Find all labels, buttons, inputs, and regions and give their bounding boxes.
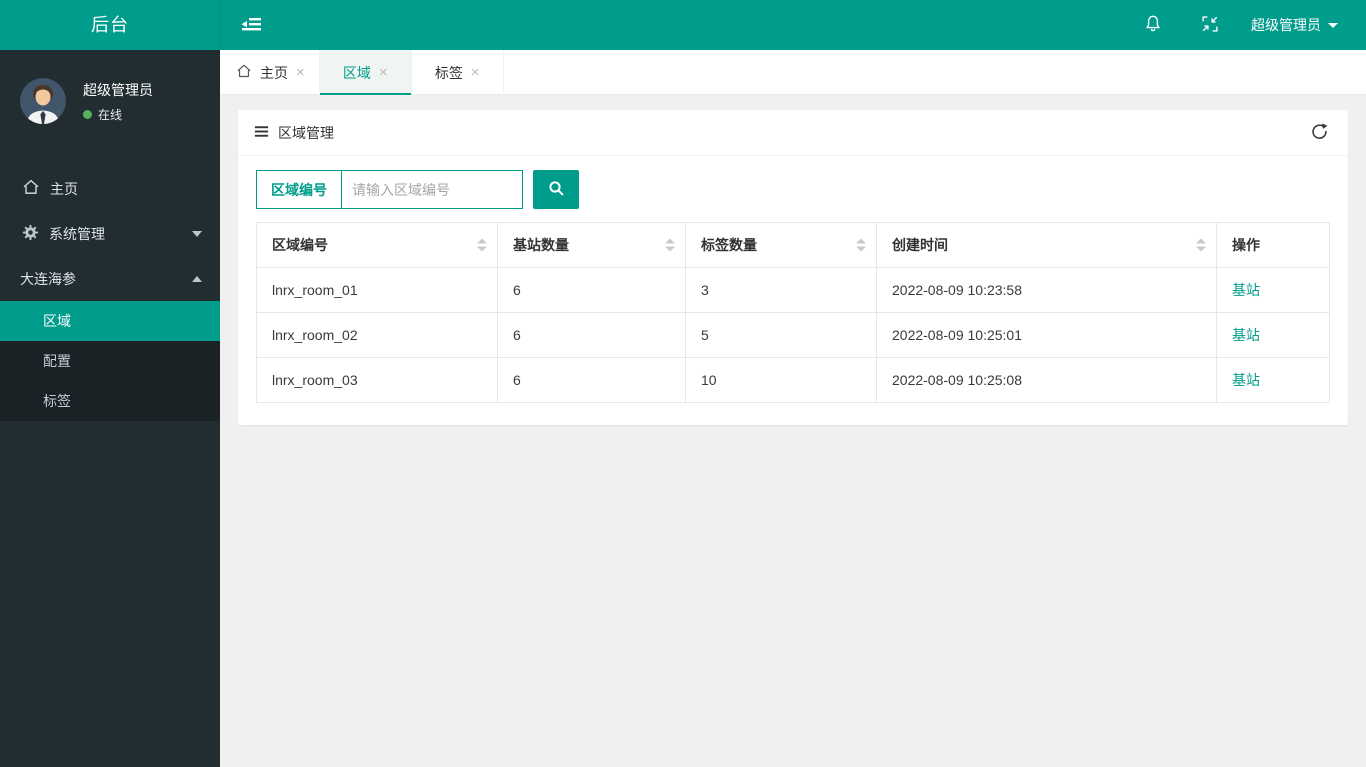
fullscreen-restore-button[interactable]: [1195, 0, 1225, 50]
tab-bar: 主页 × 区域 × 标签 ×: [220, 50, 1366, 95]
tab-label: 主页: [260, 64, 288, 81]
search-icon: [547, 179, 565, 200]
panel-header: 区域管理: [238, 110, 1348, 156]
cell-created-time: 2022-08-09 10:25:01: [876, 312, 1217, 358]
sort-icon: [1196, 238, 1206, 252]
base-station-link[interactable]: 基站: [1232, 327, 1260, 343]
column-header-tag-count[interactable]: 标签数量: [685, 222, 877, 268]
column-header-created-time[interactable]: 创建时间: [876, 222, 1217, 268]
user-status-label: 在线: [98, 107, 123, 122]
list-icon: [253, 123, 270, 143]
sidebar-item-label: 系统管理: [49, 225, 105, 242]
region-table: 区域编号 基站数量 标签数量 创建时间 操作 lnrx_room_01 6 3 …: [256, 222, 1330, 403]
tab-region[interactable]: 区域 ×: [319, 50, 412, 95]
sidebar-item-label: 主页: [50, 180, 78, 197]
column-header-station-count[interactable]: 基站数量: [497, 222, 686, 268]
cell-created-time: 2022-08-09 10:23:58: [876, 267, 1217, 313]
cell-actions: 基站: [1216, 267, 1330, 313]
close-icon[interactable]: ×: [471, 65, 480, 80]
sidebar-submenu: 区域 配置 标签: [0, 301, 220, 421]
table-row: lnrx_room_03 6 10 2022-08-09 10:25:08 基站: [256, 357, 1330, 403]
column-header-region-code[interactable]: 区域编号: [256, 222, 498, 268]
sidebar-user-info: 超级管理员 在线: [83, 80, 153, 123]
page-title: 区域管理: [278, 124, 334, 141]
column-header-label: 创建时间: [892, 237, 948, 253]
cell-actions: 基站: [1216, 357, 1330, 403]
sidebar-item-dalian-haishen[interactable]: 大连海参: [0, 256, 220, 301]
sort-icon: [856, 238, 866, 252]
sort-icon: [477, 238, 487, 252]
sidebar-user-panel: 超级管理员 在线: [0, 50, 220, 146]
notifications-button[interactable]: [1137, 0, 1169, 50]
table-header-row: 区域编号 基站数量 标签数量 创建时间 操作: [256, 222, 1330, 268]
user-dropdown[interactable]: 超级管理员: [1251, 0, 1338, 50]
close-icon[interactable]: ×: [379, 65, 388, 80]
sidebar-subitem-tag[interactable]: 标签: [0, 381, 220, 421]
column-header-label: 操作: [1232, 237, 1260, 253]
home-icon: [22, 178, 40, 199]
header-actions: 超级管理员: [1137, 0, 1366, 50]
base-station-link[interactable]: 基站: [1232, 372, 1260, 388]
page-content: 区域管理 区域编号 请输入区域编号 区域编号 基站数量 标签数量 创建时间 操作…: [220, 95, 1366, 440]
sidebar-toggle-button[interactable]: [234, 0, 268, 50]
sidebar: 超级管理员 在线 主页 系统管理 大连海参 区域 配置 标签: [0, 50, 220, 767]
panel-body: 区域编号 请输入区域编号 区域编号 基站数量 标签数量 创建时间 操作 lnrx…: [238, 156, 1348, 425]
tab-home[interactable]: 主页 ×: [222, 50, 320, 95]
search-row: 区域编号: [256, 170, 1330, 209]
sidebar-item-system-management[interactable]: 系统管理: [0, 211, 220, 256]
column-header-actions: 操作: [1216, 222, 1330, 268]
brand-logo[interactable]: 后台: [0, 0, 220, 50]
chevron-down-icon: [192, 230, 202, 237]
cell-tag-count: 3: [685, 267, 877, 313]
gear-icon: [22, 224, 39, 244]
cell-station-count: 6: [497, 357, 686, 403]
avatar: [20, 78, 66, 124]
tab-tag[interactable]: 标签 ×: [412, 50, 504, 95]
cell-region-code: lnrx_room_03: [256, 357, 498, 403]
cell-tag-count: 10: [685, 357, 877, 403]
cell-actions: 基站: [1216, 312, 1330, 358]
user-name: 超级管理员: [83, 81, 153, 98]
top-header: 后台 超级管理员: [0, 0, 1366, 50]
online-status-icon: [83, 109, 92, 119]
search-button[interactable]: [533, 170, 579, 209]
table-row: lnrx_room_01 6 3 2022-08-09 10:23:58 基站: [256, 267, 1330, 313]
main-area: 主页 × 区域 × 标签 × 区域管理 区域编号 请输入区域编号 区域编号 基站…: [220, 50, 1366, 767]
search-field-label: 区域编号: [256, 170, 342, 209]
tab-label: 区域: [342, 64, 371, 81]
cell-station-count: 6: [497, 312, 686, 358]
home-icon: [236, 63, 252, 82]
column-header-label: 区域编号: [272, 237, 328, 253]
sidebar-subitem-config[interactable]: 配置: [0, 341, 220, 381]
column-header-label: 标签数量: [701, 237, 757, 253]
cell-region-code: lnrx_room_02: [256, 312, 498, 358]
sidebar-subitem-region[interactable]: 区域: [0, 301, 220, 341]
chevron-up-icon: [192, 275, 202, 282]
table-row: lnrx_room_02 6 5 2022-08-09 10:25:01 基站: [256, 312, 1330, 358]
region-code-input[interactable]: [341, 170, 523, 209]
region-management-panel: 区域管理 区域编号 请输入区域编号 区域编号 基站数量 标签数量 创建时间 操作…: [238, 110, 1348, 425]
user-status: 在线: [83, 106, 153, 123]
cell-station-count: 6: [497, 267, 686, 313]
sidebar-menu: 主页 系统管理 大连海参 区域 配置 标签: [0, 166, 220, 421]
sidebar-item-label: 大连海参: [20, 270, 76, 287]
shrink-toggle-icon: [240, 13, 262, 38]
user-dropdown-label: 超级管理员: [1251, 17, 1321, 33]
bell-icon: [1143, 14, 1163, 37]
cell-region-code: lnrx_room_01: [256, 267, 498, 313]
cell-tag-count: 5: [685, 312, 877, 358]
tab-label: 标签: [434, 64, 463, 81]
column-header-label: 基站数量: [513, 237, 569, 253]
cell-created-time: 2022-08-09 10:25:08: [876, 357, 1217, 403]
base-station-link[interactable]: 基站: [1232, 282, 1260, 298]
chevron-down-icon: [1328, 22, 1338, 28]
header-main: 超级管理员: [220, 0, 1366, 50]
screen-restore-icon: [1201, 15, 1219, 36]
sidebar-item-home[interactable]: 主页: [0, 166, 220, 211]
sort-icon: [665, 238, 675, 252]
refresh-button[interactable]: [1306, 118, 1333, 148]
refresh-icon: [1310, 122, 1329, 144]
close-icon[interactable]: ×: [296, 65, 305, 80]
